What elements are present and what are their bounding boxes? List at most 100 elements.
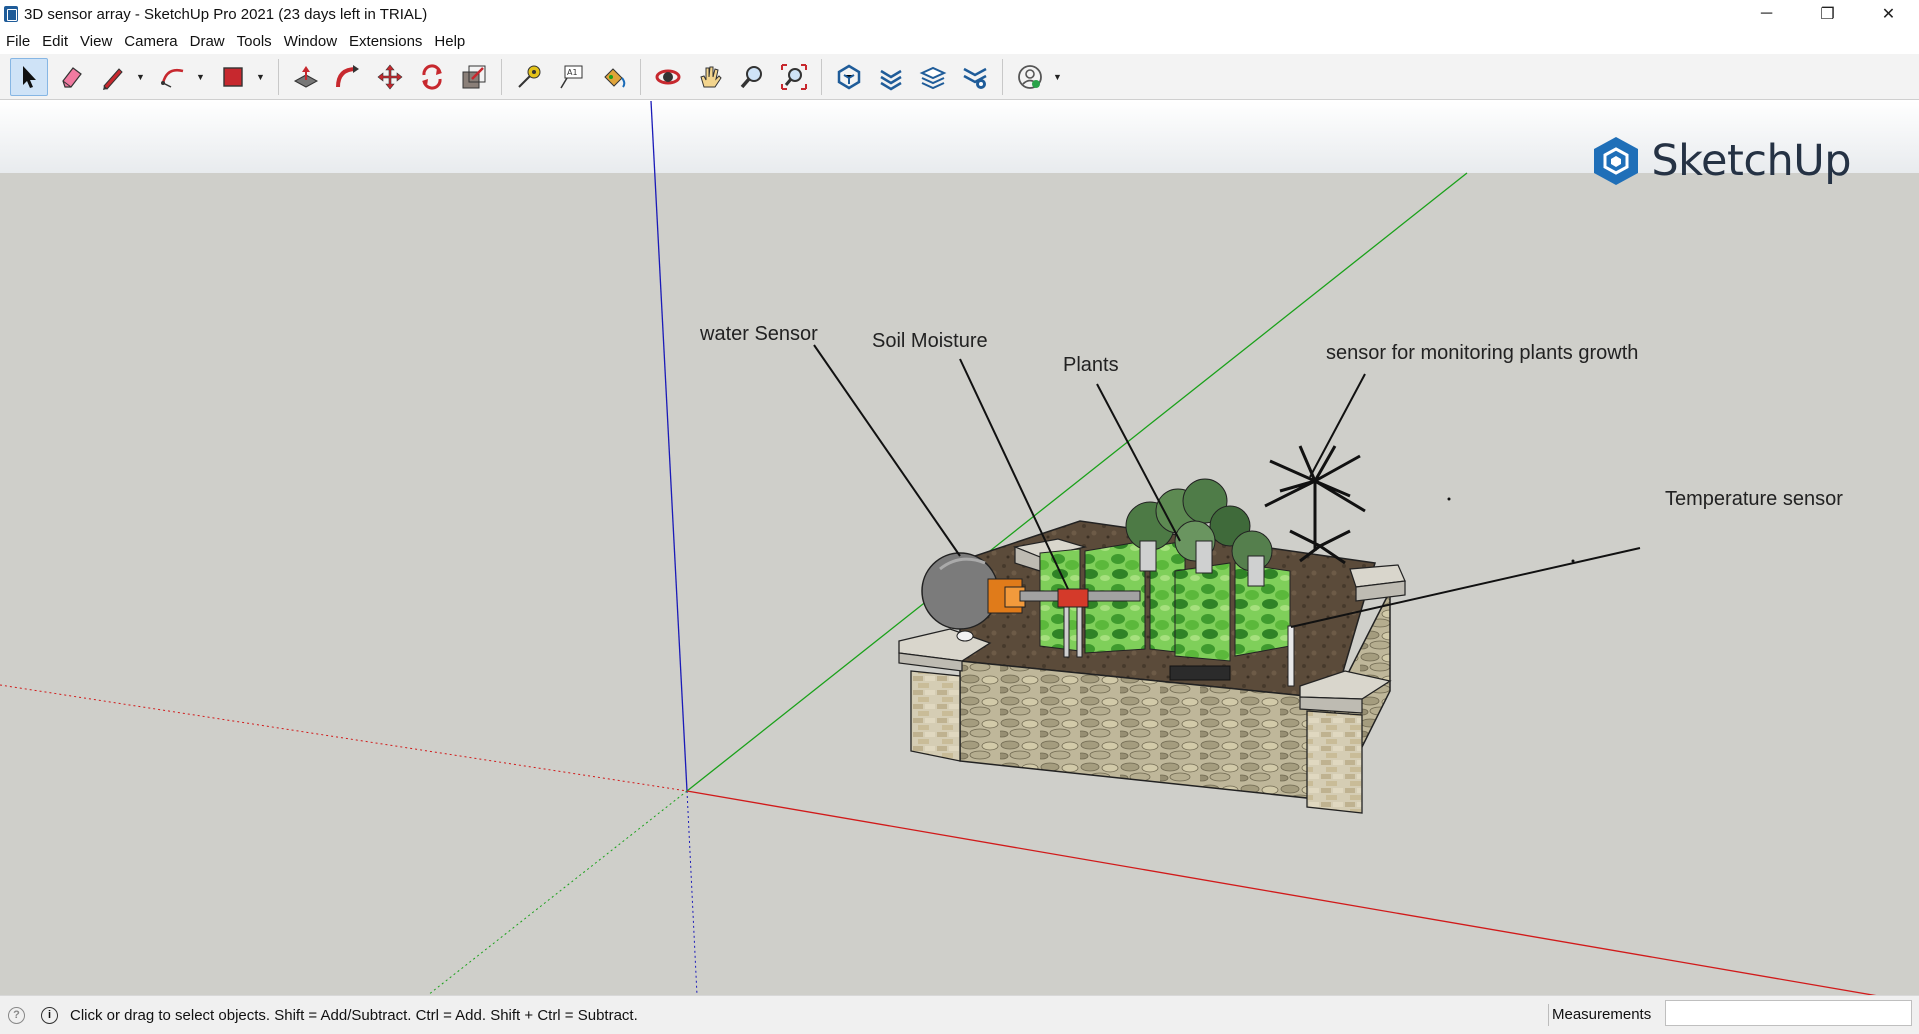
menu-view[interactable]: View (74, 33, 118, 50)
text-tool-button[interactable]: A1 (552, 58, 590, 96)
layers-stack-icon (919, 66, 947, 89)
raised-planter-model[interactable] (898, 445, 1406, 814)
green-axis-negative (427, 790, 688, 995)
arc-dropdown-arrow[interactable]: ▼ (196, 58, 208, 96)
scene-canvas (0, 101, 1877, 995)
plants-label[interactable]: Plants (1063, 354, 1119, 377)
magnifier-icon (740, 65, 762, 88)
3d-warehouse-button[interactable] (830, 58, 868, 96)
extension-manager-icon (963, 67, 987, 89)
toolbar-separator (278, 58, 279, 95)
measurements-input[interactable] (1665, 1000, 1912, 1026)
extension-warehouse-button[interactable] (872, 58, 910, 96)
minimize-button[interactable]: ─ (1736, 0, 1797, 28)
text-label-icon: A1 (560, 65, 583, 88)
eraser-tool-button[interactable] (52, 58, 90, 96)
rotate-tool-button[interactable] (413, 58, 451, 96)
zoom-extents-tool-button[interactable] (775, 58, 813, 96)
growth-sensor-leader-line (1309, 373, 1366, 478)
paint-bucket-icon (604, 67, 626, 88)
follow-me-icon (336, 64, 359, 87)
scale-icon (462, 65, 486, 88)
modeling-viewport[interactable]: water Sensor Soil Moisture Plants sensor… (0, 101, 1919, 995)
paint-bucket-tool-button[interactable] (594, 58, 632, 96)
rectangle-tool-button[interactable] (214, 58, 252, 96)
extension-warehouse-icon (880, 69, 902, 90)
menu-edit[interactable]: Edit (36, 33, 74, 50)
toolbar-separator (1002, 58, 1003, 95)
arc-tool-button[interactable] (154, 58, 192, 96)
toolbar-separator (640, 58, 641, 95)
soil-moisture-label[interactable]: Soil Moisture (872, 330, 988, 353)
red-axis (686, 790, 1877, 995)
stray-point (1447, 497, 1451, 501)
menu-draw[interactable]: Draw (184, 33, 231, 50)
water-sensor-leader-line (813, 344, 961, 557)
sketchup-logo-text: SketchUp (1651, 136, 1851, 186)
svg-text:A1: A1 (567, 68, 578, 77)
water-sensor-label[interactable]: water Sensor (700, 323, 818, 346)
tape-measure-icon (518, 65, 541, 88)
instructor-info-icon[interactable]: i (41, 1006, 58, 1024)
rectangle-dropdown-arrow[interactable]: ▼ (256, 58, 268, 96)
geo-location-icon[interactable]: ? (8, 1006, 25, 1024)
move-tool-button[interactable] (371, 58, 409, 96)
pan-tool-button[interactable] (691, 58, 729, 96)
user-account-icon (1018, 64, 1042, 89)
select-arrow-icon (23, 65, 36, 88)
zoom-extents-icon (781, 63, 807, 90)
temperature-sensor-label[interactable]: Temperature sensor (1665, 488, 1843, 511)
growth-sensor-label[interactable]: sensor for monitoring plants growth (1326, 342, 1638, 365)
red-axis-negative (0, 684, 688, 792)
line-dropdown-arrow[interactable]: ▼ (136, 58, 148, 96)
select-tool-button[interactable] (10, 57, 48, 96)
rotate-icon (422, 63, 442, 90)
zoom-tool-button[interactable] (733, 58, 771, 96)
stray-point (1571, 559, 1575, 563)
menu-window[interactable]: Window (278, 33, 343, 50)
status-divider (1548, 1004, 1549, 1026)
scale-tool-button[interactable] (455, 58, 493, 96)
sketchup-logo-icon (1594, 137, 1639, 185)
toolbar-separator (821, 58, 822, 95)
tape-measure-tool-button[interactable] (510, 58, 548, 96)
close-button[interactable]: ✕ (1858, 0, 1919, 28)
line-tool-button[interactable] (94, 58, 132, 96)
layout-button[interactable] (914, 58, 952, 96)
restore-button[interactable]: ❐ (1797, 0, 1858, 28)
extension-manager-button[interactable] (956, 58, 994, 96)
rectangle-icon (223, 66, 243, 87)
sketchup-app-icon (4, 6, 18, 22)
trimble-connect-button[interactable] (1011, 58, 1049, 96)
sketchup-logo: SketchUp (1591, 135, 1851, 187)
menu-bar: File Edit View Camera Draw Tools Window … (0, 28, 1919, 54)
window-title: 3D sensor array - SketchUp Pro 2021 (23 … (24, 5, 428, 23)
status-bar: ? i Click or drag to select objects. Shi… (0, 995, 1919, 1034)
pencil-icon (103, 67, 123, 90)
blue-axis (650, 101, 688, 792)
growth-monitor-plant (1264, 445, 1366, 565)
toolbar-separator (501, 58, 502, 95)
arc-icon (161, 68, 184, 88)
blue-axis-negative (686, 790, 698, 995)
push-pull-icon (293, 65, 319, 88)
measurements-label: Measurements (1552, 1006, 1652, 1023)
eraser-icon (62, 66, 82, 88)
title-bar: 3D sensor array - SketchUp Pro 2021 (23 … (0, 0, 1919, 28)
potted-plants (1125, 478, 1273, 587)
menu-camera[interactable]: Camera (118, 33, 183, 50)
menu-file[interactable]: File (0, 33, 36, 50)
orbit-icon (655, 69, 681, 84)
menu-help[interactable]: Help (428, 33, 471, 50)
move-icon (377, 64, 403, 89)
menu-extensions[interactable]: Extensions (343, 33, 428, 50)
menu-tools[interactable]: Tools (231, 33, 278, 50)
push-pull-tool-button[interactable] (287, 58, 325, 96)
warehouse-icon (837, 64, 861, 89)
orbit-tool-button[interactable] (649, 58, 687, 96)
status-hint-text: Click or drag to select objects. Shift =… (70, 1006, 638, 1024)
window-controls: ─ ❐ ✕ (1736, 0, 1919, 28)
follow-me-tool-button[interactable] (329, 58, 367, 96)
account-dropdown-arrow[interactable]: ▼ (1053, 58, 1065, 96)
main-toolbar: ▼ ▼ ▼ A1 ▼ (0, 54, 1919, 100)
